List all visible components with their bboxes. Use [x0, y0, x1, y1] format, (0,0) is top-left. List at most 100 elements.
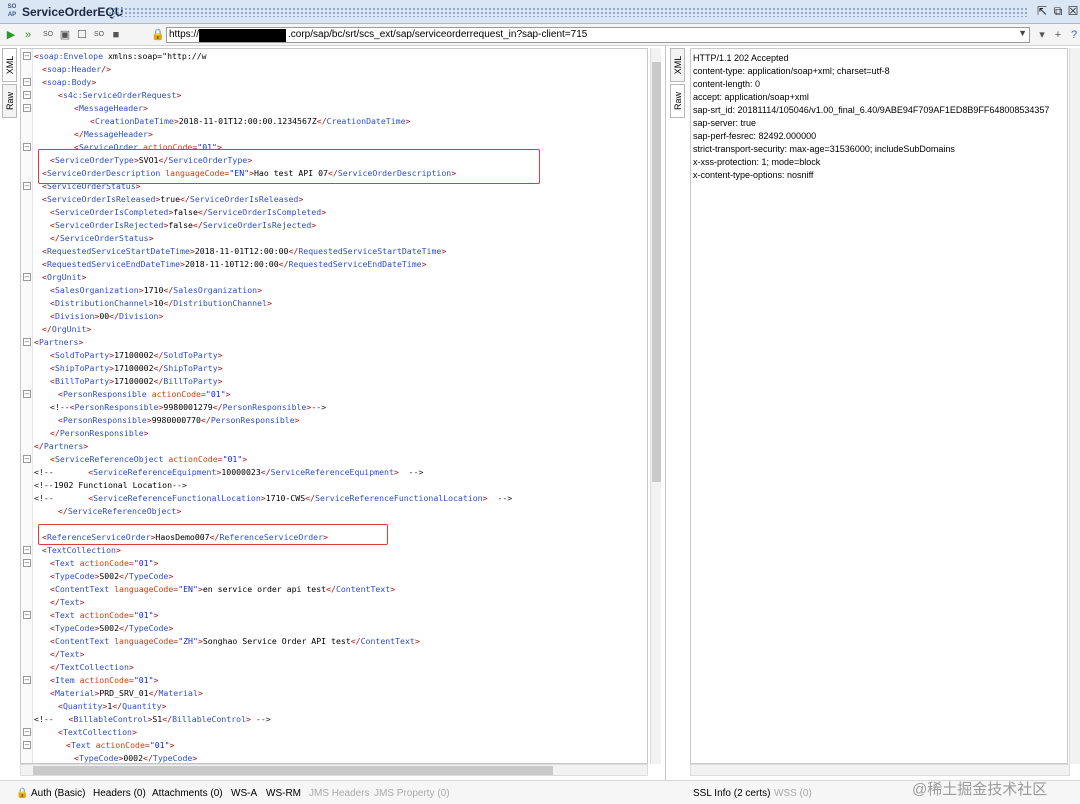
response-header-line: x-content-type-options: nosniff [693, 170, 814, 180]
close-icon[interactable]: ☒ [1065, 3, 1080, 19]
request-view-tabs: XML Raw [2, 48, 18, 120]
restore-icon[interactable]: ⇱ [1034, 3, 1050, 19]
xml-line-text: <!--<PersonResponsible>9980001279</Perso… [50, 402, 327, 412]
tab-wss[interactable]: WSS (0) [774, 788, 812, 799]
request-horizontal-scrollbar[interactable] [20, 764, 648, 776]
fold-toggle-icon[interactable]: − [23, 728, 31, 736]
xml-line-text: <Quantity>1</Quantity> [58, 701, 167, 711]
tab-attachments[interactable]: Attachments (0) [152, 788, 223, 799]
fold-toggle-icon[interactable]: − [23, 559, 31, 567]
request-xml-editor[interactable]: − <soap:Envelope xmlns:soap="http://w <soa… [20, 48, 648, 764]
xml-line-text: <Partners> [34, 337, 84, 347]
run-all-icon[interactable]: » [20, 27, 36, 43]
fold-toggle-icon[interactable]: − [23, 91, 31, 99]
fold-toggle-icon[interactable]: − [23, 78, 31, 86]
xml-line: <Quantity>1</Quantity> [21, 700, 647, 713]
xml-line-text: <RequestedServiceEndDateTime>2018-11-10T… [42, 259, 427, 269]
xml-line: − <TextCollection> [21, 726, 647, 739]
tab-auth[interactable]: Auth (Basic) [31, 788, 85, 799]
fold-toggle-icon[interactable]: − [23, 273, 31, 281]
tab-response-xml[interactable]: XML [670, 48, 685, 82]
tab-ws-rm[interactable]: WS-RM [266, 788, 301, 799]
xml-line-text: <DistributionChannel>10</DistributionCha… [50, 298, 272, 308]
scroll-thumb[interactable] [652, 62, 661, 482]
xml-line-text: </Partners> [34, 441, 89, 451]
xml-line-text: <s4c:ServiceOrderRequest> [58, 90, 182, 100]
xml-line: </Text> [21, 596, 647, 609]
maximize-icon[interactable]: ⧉ [1050, 3, 1066, 19]
xml-line-text: </ServiceReferenceObject> [58, 506, 182, 516]
fold-toggle-icon[interactable]: − [23, 390, 31, 398]
add-icon[interactable]: + [1050, 27, 1066, 43]
response-pane: XML Raw HTTP/1.1 202 Accepted content-typ… [668, 46, 1080, 780]
xml-line-text: <ContentText languageCode="ZH">Songhao S… [50, 636, 420, 646]
xml-line: <ServiceOrderIsRejected>false</ServiceOr… [21, 219, 647, 232]
tab-ssl-info[interactable]: SSL Info (2 certs) [693, 788, 770, 799]
xml-line: </PersonResponsible> [21, 427, 647, 440]
help-icon[interactable]: ? [1066, 27, 1080, 43]
fold-toggle-icon[interactable]: − [23, 676, 31, 684]
tab-request-xml[interactable]: XML [2, 48, 17, 82]
response-vertical-scrollbar[interactable] [1069, 48, 1080, 764]
xml-line: − <Text actionCode="01"> [21, 557, 647, 570]
request-vertical-scrollbar[interactable] [650, 48, 661, 764]
xml-line-text: <SoldToParty>17100002</SoldToParty> [50, 350, 223, 360]
xml-line-text: <Text actionCode="01"> [50, 610, 159, 620]
xml-line-text: <TextCollection> [42, 545, 121, 555]
toolbar: ▶ » SO ▣ ☐ SO ■ 🔒 https:// .corp/sap/bc/… [0, 24, 1080, 46]
lock-icon: 🔒 [151, 29, 165, 41]
tab-request-raw[interactable]: Raw [2, 84, 17, 118]
fold-toggle-icon[interactable]: − [23, 455, 31, 463]
response-header-line: content-length: 0 [693, 79, 761, 89]
response-horizontal-scrollbar[interactable] [690, 764, 1070, 776]
highlight-box-reference [38, 524, 388, 545]
fold-toggle-icon[interactable]: − [23, 546, 31, 554]
xml-line: <ServiceOrderIsCompleted>false</ServiceO… [21, 206, 647, 219]
stop-icon[interactable]: ■ [108, 27, 124, 43]
fold-toggle-icon[interactable]: − [23, 104, 31, 112]
request-pane: XML Raw − <soap:Envelope xmlns:soap="http… [0, 46, 666, 780]
xml-line-text: <soap:Header/> [42, 64, 112, 74]
xml-line-text: <ContentText languageCode="EN">en servic… [50, 584, 396, 594]
xml-line-text: </MessageHeader> [74, 129, 153, 139]
xml-line-text: <Text actionCode="01"> [66, 740, 175, 750]
fold-toggle-icon[interactable]: − [23, 611, 31, 619]
soap-settings-icon[interactable]: SO [91, 27, 107, 43]
response-header-line: HTTP/1.1 202 Accepted [693, 53, 789, 63]
xml-line: − <soap:Envelope xmlns:soap="http://w [21, 50, 647, 63]
fold-toggle-icon[interactable]: − [23, 52, 31, 60]
scroll-thumb[interactable] [33, 766, 553, 775]
response-raw-view[interactable]: HTTP/1.1 202 Accepted content-type: appli… [690, 48, 1068, 764]
endpoint-icon[interactable]: ▾ [1034, 27, 1050, 43]
fold-toggle-icon[interactable]: − [23, 143, 31, 151]
xml-line: <TypeCode>S002</TypeCode> [21, 622, 647, 635]
xml-line-text: <ServiceOrderIsReleased>true</ServiceOrd… [42, 194, 304, 204]
lock-icon: 🔒 [16, 788, 29, 799]
chevron-down-icon[interactable]: ▼ [1018, 28, 1027, 38]
xml-line-text: <!-- <ServiceReferenceFunctionalLocation… [34, 493, 513, 503]
format-icon[interactable]: ▣ [57, 27, 73, 43]
xml-line: <Division>00</Division> [21, 310, 647, 323]
response-header-line: sap-srt_id: 20181114/105046/v1.00_final_… [693, 105, 1050, 115]
xml-line: − <soap:Body> [21, 76, 647, 89]
fold-toggle-icon[interactable]: − [23, 182, 31, 190]
new-window-icon[interactable]: ☐ [74, 27, 90, 43]
tab-jms-property[interactable]: JMS Property (0) [374, 788, 450, 799]
xml-line-text: <!--1902 Functional Location--> [34, 480, 187, 490]
xml-line: <!--<PersonResponsible>9980001279</Perso… [21, 401, 647, 414]
xml-line: <TypeCode>S002</TypeCode> [21, 570, 647, 583]
tab-jms-headers[interactable]: JMS Headers [309, 788, 370, 799]
tab-response-raw[interactable]: Raw [670, 84, 685, 118]
tab-headers[interactable]: Headers (0) [93, 788, 146, 799]
response-header-line: strict-transport-security: max-age=31536… [693, 144, 955, 154]
xml-line: <RequestedServiceEndDateTime>2018-11-10T… [21, 258, 647, 271]
soap-icon[interactable]: SO [40, 27, 56, 43]
fold-toggle-icon[interactable]: − [23, 741, 31, 749]
run-icon[interactable]: ▶ [3, 27, 19, 43]
xml-line-text: <ServiceOrderIsRejected>false</ServiceOr… [50, 220, 317, 230]
url-field[interactable]: https:// .corp/sap/bc/srt/scs_ext/sap/se… [166, 27, 1030, 43]
xml-line: <!-- <ServiceReferenceEquipment>10000023… [21, 466, 647, 479]
tab-ws-a[interactable]: WS-A [231, 788, 257, 799]
fold-toggle-icon[interactable]: − [23, 338, 31, 346]
xml-line: <!--1902 Functional Location--> [21, 479, 647, 492]
